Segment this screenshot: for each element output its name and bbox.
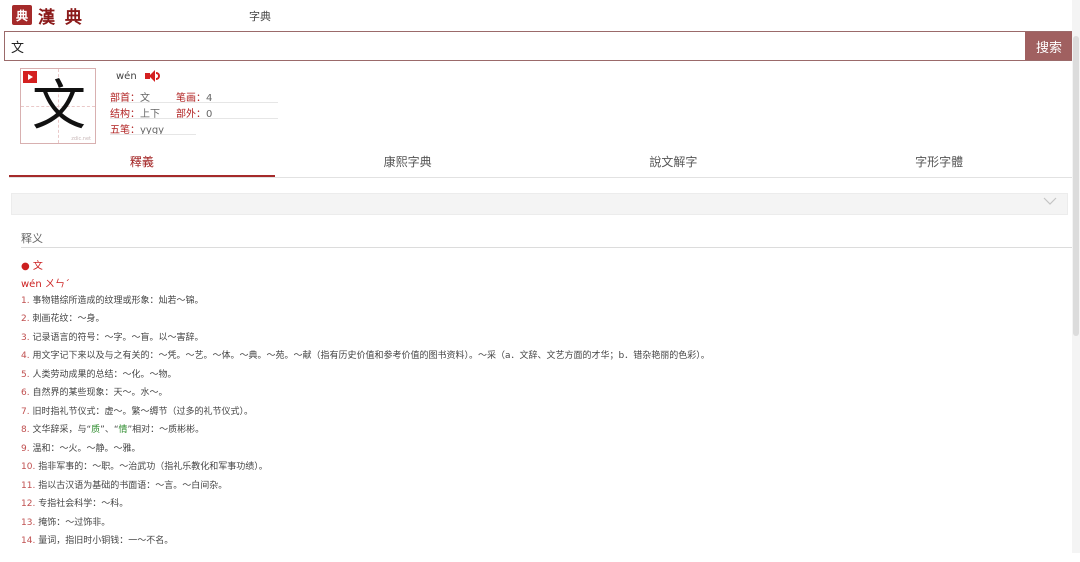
page-scrollbar[interactable] [1072, 0, 1080, 553]
radical-strokes-row: 部首：文 笔画：4 [110, 89, 212, 104]
chevron-down-icon[interactable] [1043, 197, 1057, 206]
character-card: 文 zdic.net [20, 68, 96, 144]
definition-item: 14. 量词，指旧时小铜钱：一～不名。 [21, 536, 174, 546]
definition-item: 12. 专指社会科学：～科。 [21, 499, 129, 509]
related-word-link[interactable]: 情 [118, 425, 127, 435]
definition-item: 11. 指以古汉语为基础的书面语：～言。～白间杂。 [21, 481, 228, 491]
site-logo[interactable]: 典 漢 典 [12, 5, 84, 28]
logo-text: 漢 典 [38, 7, 84, 28]
divider [110, 102, 278, 103]
search-input[interactable] [5, 32, 1025, 60]
pinyin: wén [116, 70, 137, 82]
tab-kangxi[interactable]: 康熙字典 [275, 148, 541, 177]
definition-item: 2. 刺画花纹：～身。 [21, 314, 105, 324]
tab-bar: 釋義 康熙字典 說文解字 字形字體 [9, 148, 1072, 178]
top-bar: 典 漢 典 字典 [0, 0, 1080, 30]
search-button[interactable]: 搜索 [1025, 32, 1073, 60]
wubi-row: 五笔：yygy [110, 121, 164, 136]
definition-item: 7. 旧时指礼节仪式：虚～。繁～缛节（过多的礼节仪式）。 [21, 407, 253, 417]
divider [110, 134, 196, 135]
section-heading: 释义 [21, 232, 43, 245]
play-stroke-animation-icon[interactable] [23, 71, 37, 83]
definition-item: 4. 用文字记下来以及与之有关的：～凭。～艺。～体。～典。～苑。～献（指有历史价… [21, 351, 710, 361]
entry-character: ● 文 [21, 261, 43, 272]
watermark: zdic.net [71, 136, 91, 142]
nav-link-dictionary[interactable]: 字典 [249, 8, 271, 24]
definition-item: 3. 记录语言的符号：～字。～盲。以～害辞。 [21, 333, 204, 343]
logo-mark-icon: 典 [12, 5, 32, 25]
search-bar: 搜索 [4, 31, 1074, 61]
structure-row: 结构：上下 部外：0 [110, 105, 212, 120]
scrollbar-thumb[interactable] [1073, 36, 1079, 336]
definition-item: 1. 事物错综所造成的纹理或形象：灿若～锦。 [21, 296, 204, 306]
definition-item: 10. 指非军事的：～职。～治武功（指礼乐教化和军事功绩）。 [21, 462, 268, 472]
collapse-bar[interactable] [11, 193, 1068, 215]
tab-shuowen[interactable]: 說文解字 [541, 148, 807, 177]
tab-glyph-forms[interactable]: 字形字體 [806, 148, 1072, 177]
definition-panel: 释义 ● 文 wén ㄨㄣˊ 1. 事物错综所造成的纹理或形象：灿若～锦。 2.… [11, 222, 1074, 562]
definition-item: 9. 温和：～火。～静。～雅。 [21, 444, 141, 454]
definition-item: 13. 掩饰：～过饰非。 [21, 518, 111, 528]
related-word-link[interactable]: 质 [91, 425, 100, 435]
entry-pinyin: wén ㄨㄣˊ [21, 279, 70, 290]
divider [21, 247, 1074, 248]
definition-item: 5. 人类劳动成果的总结：～化。～物。 [21, 370, 177, 380]
divider [110, 118, 278, 119]
definition-item: 8. 文华辞采，与“质”、“情”相对：～质彬彬。 [21, 425, 205, 435]
definition-item: 6. 自然界的某些现象：天～。水～。 [21, 388, 168, 398]
pinyin-row: wén [116, 70, 160, 82]
tab-definitions[interactable]: 釋義 [9, 148, 275, 177]
speaker-icon[interactable] [144, 70, 160, 82]
